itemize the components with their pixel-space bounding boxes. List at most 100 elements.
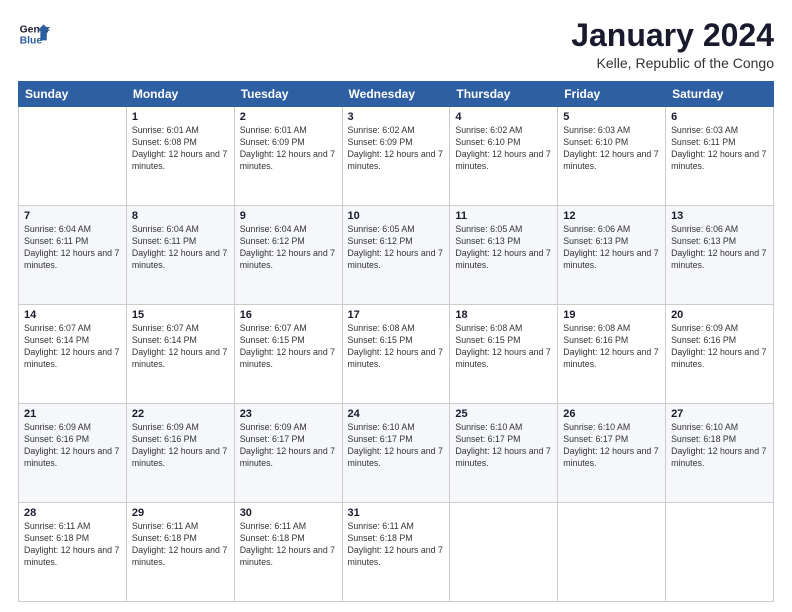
day-info: Sunrise: 6:01 AM Sunset: 6:08 PM Dayligh… [132,125,229,173]
subtitle: Kelle, Republic of the Congo [571,55,774,71]
calendar-cell: 10Sunrise: 6:05 AM Sunset: 6:12 PM Dayli… [342,206,450,305]
calendar-cell: 27 Sunrise: 6:10 AM Sunset: 6:18 PM Dayli… [666,404,774,503]
day-number: 4 [455,111,552,123]
col-saturday: Saturday [666,82,774,107]
day-number: 15 [132,309,229,321]
calendar-cell: 5Sunrise: 6:03 AM Sunset: 6:10 PM Daylig… [558,107,666,206]
col-friday: Friday [558,82,666,107]
calendar-header: Sunday Monday Tuesday Wednesday Thursday… [19,82,774,107]
day-info: Sunrise: 6:07 AM Sunset: 6:14 PM Dayligh… [132,323,229,371]
calendar-cell: 1 Sunrise: 6:01 AM Sunset: 6:08 PM Daylig… [126,107,234,206]
day-info: Sunrise: 6:01 AM Sunset: 6:09 PM Dayligh… [240,125,337,173]
day-info: Sunrise: 6:06 AM Sunset: 6:13 PM Dayligh… [671,224,768,272]
col-tuesday: Tuesday [234,82,342,107]
calendar-cell [666,503,774,602]
col-thursday: Thursday [450,82,558,107]
calendar-cell: 16Sunrise: 6:07 AM Sunset: 6:15 PM Dayli… [234,305,342,404]
day-number: 14 [24,309,121,321]
day-number: 13 [671,210,768,222]
day-info: Sunrise: 6:11 AM Sunset: 6:18 PM Dayligh… [24,521,121,569]
day-info: Sunrise: 6:07 AM Sunset: 6:15 PM Dayligh… [240,323,337,371]
header-row: Sunday Monday Tuesday Wednesday Thursday… [19,82,774,107]
calendar-cell: 26Sunrise: 6:10 AM Sunset: 6:17 PM Dayli… [558,404,666,503]
calendar-cell: 18 Sunrise: 6:08 AM Sunset: 6:15 PM Dayli… [450,305,558,404]
day-number: 7 [24,210,121,222]
calendar-cell: 4 Sunrise: 6:02 AM Sunset: 6:10 PM Daylig… [450,107,558,206]
day-info: Sunrise: 6:11 AM Sunset: 6:18 PM Dayligh… [348,521,445,569]
calendar-cell: 15 Sunrise: 6:07 AM Sunset: 6:14 PM Dayli… [126,305,234,404]
day-info: Sunrise: 6:09 AM Sunset: 6:16 PM Dayligh… [132,422,229,470]
calendar-cell: 30Sunrise: 6:11 AM Sunset: 6:18 PM Dayli… [234,503,342,602]
day-number: 19 [563,309,660,321]
col-monday: Monday [126,82,234,107]
calendar-week-5: 28 Sunrise: 6:11 AM Sunset: 6:18 PM Dayli… [19,503,774,602]
day-number: 24 [348,408,445,420]
calendar-cell: 11 Sunrise: 6:05 AM Sunset: 6:13 PM Dayli… [450,206,558,305]
day-number: 27 [671,408,768,420]
day-number: 5 [563,111,660,123]
col-wednesday: Wednesday [342,82,450,107]
day-info: Sunrise: 6:04 AM Sunset: 6:11 PM Dayligh… [24,224,121,272]
day-number: 18 [455,309,552,321]
day-info: Sunrise: 6:06 AM Sunset: 6:13 PM Dayligh… [563,224,660,272]
day-number: 28 [24,507,121,519]
calendar-cell [19,107,127,206]
day-number: 6 [671,111,768,123]
calendar-body: 1 Sunrise: 6:01 AM Sunset: 6:08 PM Daylig… [19,107,774,602]
calendar-cell: 13 Sunrise: 6:06 AM Sunset: 6:13 PM Dayli… [666,206,774,305]
day-number: 8 [132,210,229,222]
calendar-cell: 3 Sunrise: 6:02 AM Sunset: 6:09 PM Daylig… [342,107,450,206]
calendar-cell: 29Sunrise: 6:11 AM Sunset: 6:18 PM Dayli… [126,503,234,602]
col-sunday: Sunday [19,82,127,107]
day-number: 9 [240,210,337,222]
calendar-cell [558,503,666,602]
day-info: Sunrise: 6:02 AM Sunset: 6:09 PM Dayligh… [348,125,445,173]
day-info: Sunrise: 6:09 AM Sunset: 6:16 PM Dayligh… [24,422,121,470]
day-info: Sunrise: 6:09 AM Sunset: 6:17 PM Dayligh… [240,422,337,470]
calendar-week-3: 14 Sunrise: 6:07 AM Sunset: 6:14 PM Dayli… [19,305,774,404]
day-info: Sunrise: 6:05 AM Sunset: 6:13 PM Dayligh… [455,224,552,272]
day-info: Sunrise: 6:03 AM Sunset: 6:11 PM Dayligh… [671,125,768,173]
calendar-cell: 20Sunrise: 6:09 AM Sunset: 6:16 PM Dayli… [666,305,774,404]
day-number: 11 [455,210,552,222]
calendar-week-4: 21Sunrise: 6:09 AM Sunset: 6:16 PM Dayli… [19,404,774,503]
calendar-week-1: 1 Sunrise: 6:01 AM Sunset: 6:08 PM Daylig… [19,107,774,206]
day-number: 17 [348,309,445,321]
day-number: 3 [348,111,445,123]
day-number: 1 [132,111,229,123]
title-block: January 2024 Kelle, Republic of the Cong… [571,18,774,71]
calendar-cell: 21Sunrise: 6:09 AM Sunset: 6:16 PM Dayli… [19,404,127,503]
calendar-cell: 19 Sunrise: 6:08 AM Sunset: 6:16 PM Dayli… [558,305,666,404]
day-info: Sunrise: 6:10 AM Sunset: 6:18 PM Dayligh… [671,422,768,470]
calendar-cell: 17 Sunrise: 6:08 AM Sunset: 6:15 PM Dayli… [342,305,450,404]
day-info: Sunrise: 6:04 AM Sunset: 6:12 PM Dayligh… [240,224,337,272]
day-number: 2 [240,111,337,123]
calendar-cell: 12 Sunrise: 6:06 AM Sunset: 6:13 PM Dayli… [558,206,666,305]
day-info: Sunrise: 6:05 AM Sunset: 6:12 PM Dayligh… [348,224,445,272]
calendar-cell: 31 Sunrise: 6:11 AM Sunset: 6:18 PM Dayli… [342,503,450,602]
day-info: Sunrise: 6:10 AM Sunset: 6:17 PM Dayligh… [348,422,445,470]
day-number: 12 [563,210,660,222]
day-info: Sunrise: 6:04 AM Sunset: 6:11 PM Dayligh… [132,224,229,272]
page: General Blue January 2024 Kelle, Republi… [0,0,792,612]
calendar-cell: 25Sunrise: 6:10 AM Sunset: 6:17 PM Dayli… [450,404,558,503]
main-title: January 2024 [571,18,774,53]
day-number: 26 [563,408,660,420]
day-info: Sunrise: 6:11 AM Sunset: 6:18 PM Dayligh… [240,521,337,569]
calendar-cell: 7 Sunrise: 6:04 AM Sunset: 6:11 PM Daylig… [19,206,127,305]
day-number: 25 [455,408,552,420]
day-info: Sunrise: 6:08 AM Sunset: 6:16 PM Dayligh… [563,323,660,371]
day-number: 31 [348,507,445,519]
calendar-cell: 23 Sunrise: 6:09 AM Sunset: 6:17 PM Dayli… [234,404,342,503]
day-number: 29 [132,507,229,519]
day-info: Sunrise: 6:02 AM Sunset: 6:10 PM Dayligh… [455,125,552,173]
day-number: 23 [240,408,337,420]
day-info: Sunrise: 6:08 AM Sunset: 6:15 PM Dayligh… [455,323,552,371]
day-info: Sunrise: 6:09 AM Sunset: 6:16 PM Dayligh… [671,323,768,371]
day-info: Sunrise: 6:07 AM Sunset: 6:14 PM Dayligh… [24,323,121,371]
calendar-cell: 24 Sunrise: 6:10 AM Sunset: 6:17 PM Dayli… [342,404,450,503]
calendar-cell: 8 Sunrise: 6:04 AM Sunset: 6:11 PM Daylig… [126,206,234,305]
day-info: Sunrise: 6:08 AM Sunset: 6:15 PM Dayligh… [348,323,445,371]
calendar-cell: 14 Sunrise: 6:07 AM Sunset: 6:14 PM Dayli… [19,305,127,404]
day-number: 22 [132,408,229,420]
